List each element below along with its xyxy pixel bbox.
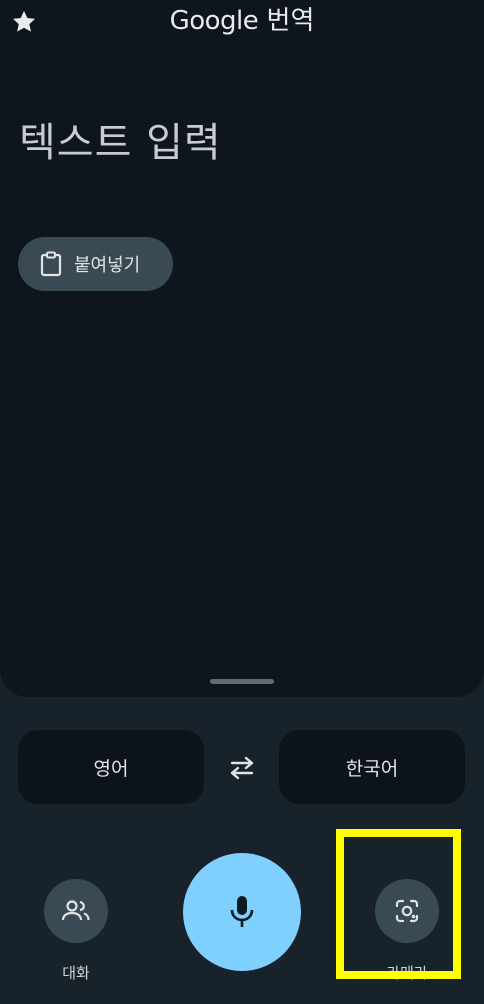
conversation-label: 대화 xyxy=(62,964,90,982)
target-language-button[interactable]: 한국어 xyxy=(279,730,465,804)
microphone-icon xyxy=(230,896,254,927)
people-icon xyxy=(61,900,90,921)
drag-handle[interactable] xyxy=(210,679,274,684)
title-suffix: 번역 xyxy=(266,6,315,36)
input-panel[interactable]: Google 번역 텍스트 입력 붙여넣기 xyxy=(0,0,484,697)
swap-arrows-icon[interactable] xyxy=(226,754,258,782)
source-language-button[interactable]: 영어 xyxy=(18,730,204,804)
clipboard-icon xyxy=(40,251,62,277)
paste-button[interactable]: 붙여넣기 xyxy=(18,237,173,291)
source-language-label: 영어 xyxy=(93,757,129,780)
target-language-label: 한국어 xyxy=(345,757,399,780)
microphone-button[interactable] xyxy=(183,853,301,971)
paste-label: 붙여넣기 xyxy=(74,255,141,276)
conversation-button[interactable] xyxy=(44,879,108,943)
app-title: Google 번역 xyxy=(0,4,484,38)
google-logo-text: Google xyxy=(169,6,259,36)
text-input-placeholder[interactable]: 텍스트 입력 xyxy=(19,110,222,168)
highlight-box xyxy=(336,829,461,979)
